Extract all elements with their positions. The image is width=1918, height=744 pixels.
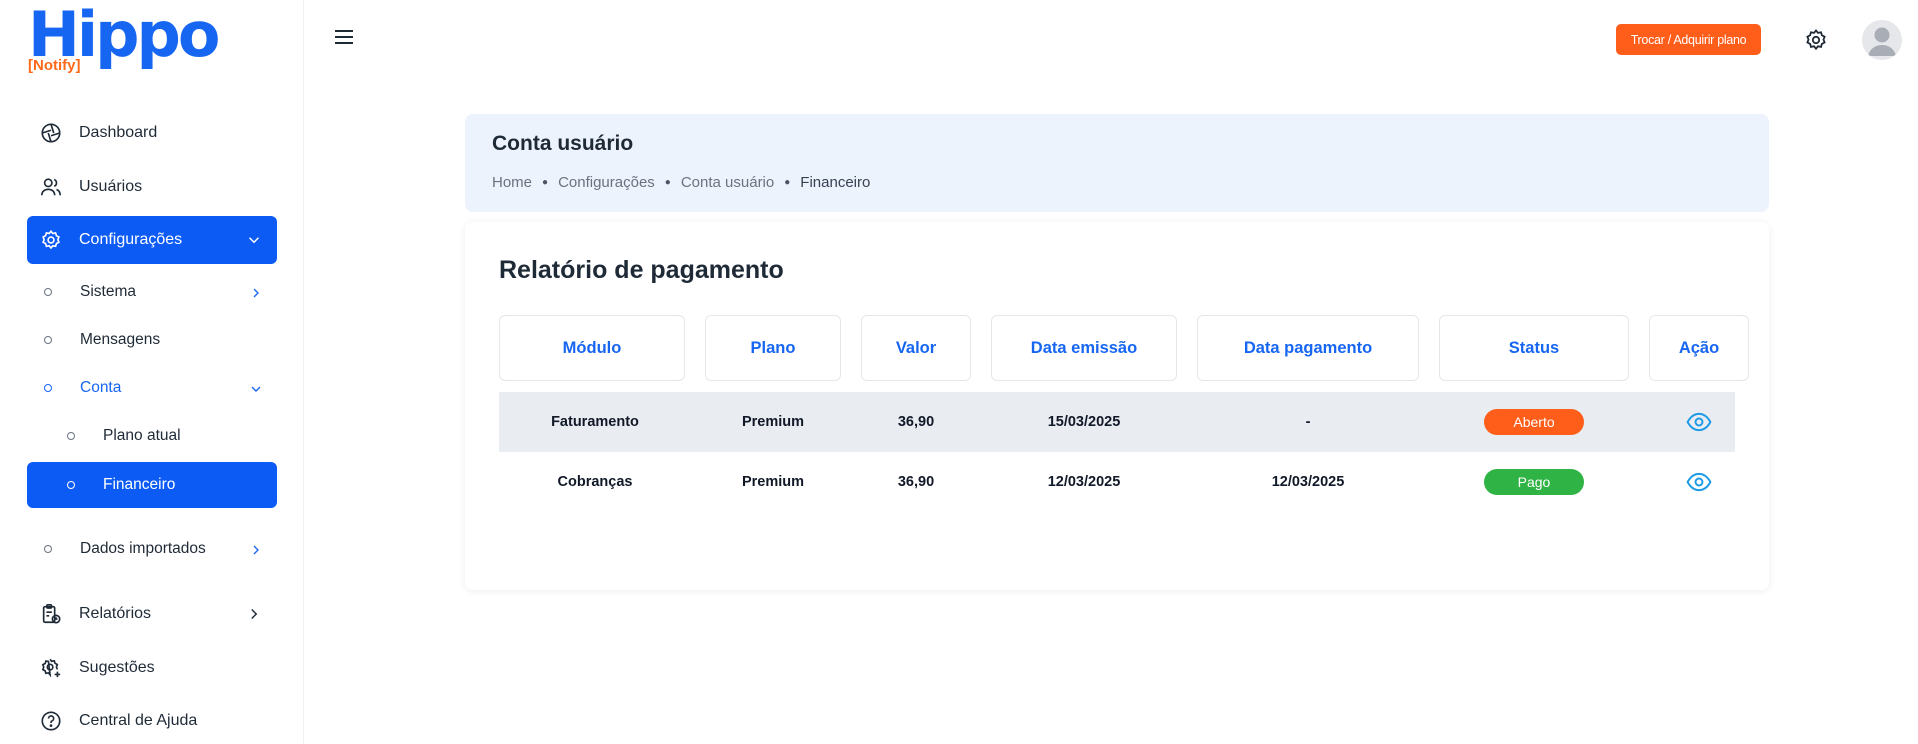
- menu-toggle-icon[interactable]: [334, 28, 354, 46]
- bullet-icon: [67, 481, 75, 489]
- sidebar-item-label: Usuários: [79, 178, 143, 195]
- status-badge: Pago: [1484, 469, 1584, 495]
- breadcrumb: Home ● Configurações ● Conta usuário ● F…: [492, 174, 870, 191]
- cell-data-emissao: 15/03/2025: [1047, 414, 1121, 430]
- bullet-icon: [67, 432, 75, 440]
- chevron-down-icon: [248, 237, 260, 244]
- sidebar-item-usuarios[interactable]: Usuários: [27, 163, 277, 211]
- sidebar-item-label: Dashboard: [79, 124, 158, 141]
- sidebar-subitem-label: Dados importados: [80, 540, 206, 557]
- column-header-status[interactable]: Status: [1439, 315, 1629, 381]
- sidebar-item-label: Central de Ajuda: [79, 712, 198, 729]
- breadcrumb-configuracoes[interactable]: Configurações: [558, 174, 655, 191]
- cell-acao: [1649, 392, 1749, 452]
- payment-report-card: Relatório de pagamento Módulo Plano Valo…: [465, 222, 1769, 590]
- users-icon: [39, 175, 63, 199]
- sidebar-item-relatorios[interactable]: Relatórios: [27, 590, 277, 638]
- table-row: Cobranças Premium 36,90 12/03/2025 12/03…: [499, 452, 1735, 512]
- cell-data-pagamento: 12/03/2025: [1271, 474, 1345, 490]
- cell-plano: Premium: [741, 414, 805, 430]
- gear-icon: [39, 228, 63, 252]
- sidebar-item-label: Relatórios: [79, 605, 152, 622]
- sidebar-subitem-plano-atual[interactable]: Plano atual: [67, 414, 267, 458]
- sidebar-subitem-label: Financeiro: [103, 476, 176, 493]
- column-header-plano[interactable]: Plano: [705, 315, 841, 381]
- logo[interactable]: Hippo [Notify]: [28, 0, 220, 76]
- cell-valor: 36,90: [897, 414, 935, 430]
- cell-modulo: Cobranças: [557, 474, 633, 490]
- page-header-card: Conta usuário Home ● Configurações ● Con…: [465, 114, 1769, 212]
- sidebar-subitem-label: Sistema: [80, 283, 136, 300]
- breadcrumb-separator-icon: ●: [784, 177, 791, 188]
- column-header-acao[interactable]: Ação: [1649, 315, 1749, 381]
- logo-subtitle: [Notify]: [28, 57, 81, 74]
- cell-data-emissao: 12/03/2025: [1047, 474, 1121, 490]
- table-row: Faturamento Premium 36,90 15/03/2025 - A…: [499, 392, 1735, 452]
- breadcrumb-conta-usuario[interactable]: Conta usuário: [681, 174, 774, 191]
- sidebar-subitem-financeiro[interactable]: Financeiro: [27, 462, 277, 508]
- help-circle-icon: [39, 709, 63, 733]
- report-clipboard-icon: [39, 602, 63, 626]
- bullet-icon: [44, 545, 52, 553]
- chevron-down-icon: [251, 386, 261, 392]
- sidebar: Hippo [Notify] Dashboard Usuários Config…: [0, 0, 304, 744]
- sidebar-item-label: Configurações: [79, 231, 183, 248]
- sidebar-item-dashboard[interactable]: Dashboard: [27, 109, 277, 157]
- view-eye-icon[interactable]: [1686, 409, 1712, 435]
- sidebar-subitem-dados-importados[interactable]: Dados importados: [44, 527, 274, 571]
- sidebar-subitem-sistema[interactable]: Sistema: [44, 270, 274, 314]
- app-root: Hippo [Notify] Dashboard Usuários Config…: [0, 0, 1918, 744]
- sidebar-subitem-label: Conta: [80, 379, 122, 396]
- sidebar-item-configuracoes[interactable]: Configurações: [27, 216, 277, 264]
- column-header-data-pagamento[interactable]: Data pagamento: [1197, 315, 1419, 381]
- sidebar-item-label: Sugestões: [79, 659, 155, 676]
- cell-plano: Premium: [741, 474, 805, 490]
- sidebar-item-sugestoes[interactable]: Sugestões: [27, 644, 277, 692]
- sidebar-subitem-label: Plano atual: [103, 427, 181, 444]
- page-title: Conta usuário: [492, 132, 634, 155]
- cell-status: Aberto: [1439, 392, 1629, 452]
- settings-gear-icon[interactable]: [1804, 28, 1828, 52]
- breadcrumb-separator-icon: ●: [664, 177, 671, 188]
- column-header-valor[interactable]: Valor: [861, 315, 971, 381]
- user-avatar[interactable]: [1862, 20, 1902, 60]
- cell-valor: 36,90: [897, 474, 935, 490]
- report-title: Relatório de pagamento: [499, 256, 784, 284]
- sidebar-subitem-conta[interactable]: Conta: [44, 366, 274, 410]
- view-eye-icon[interactable]: [1686, 469, 1712, 495]
- gear-plus-icon: [39, 656, 63, 680]
- dashboard-icon: [39, 121, 63, 145]
- breadcrumb-separator-icon: ●: [542, 177, 549, 188]
- cell-status: Pago: [1439, 452, 1629, 512]
- chevron-right-icon: [251, 608, 258, 620]
- sidebar-subitem-label: Mensagens: [80, 331, 161, 348]
- cell-data-pagamento: -: [1305, 414, 1311, 430]
- cell-acao: [1649, 452, 1749, 512]
- bullet-icon: [44, 384, 52, 392]
- column-header-modulo[interactable]: Módulo: [499, 315, 685, 381]
- cell-modulo: Faturamento: [551, 414, 639, 430]
- column-header-data-emissao[interactable]: Data emissão: [991, 315, 1177, 381]
- chevron-right-icon: [253, 545, 259, 555]
- bullet-icon: [44, 336, 52, 344]
- sidebar-item-central-de-ajuda[interactable]: Central de Ajuda: [27, 697, 277, 744]
- breadcrumb-current: Financeiro: [800, 174, 871, 191]
- change-plan-button[interactable]: Trocar / Adquirir plano: [1616, 24, 1761, 55]
- chevron-right-icon: [253, 288, 259, 298]
- status-badge: Aberto: [1484, 409, 1584, 435]
- sidebar-subitem-mensagens[interactable]: Mensagens: [44, 318, 274, 362]
- bullet-icon: [44, 288, 52, 296]
- breadcrumb-home[interactable]: Home: [492, 174, 532, 191]
